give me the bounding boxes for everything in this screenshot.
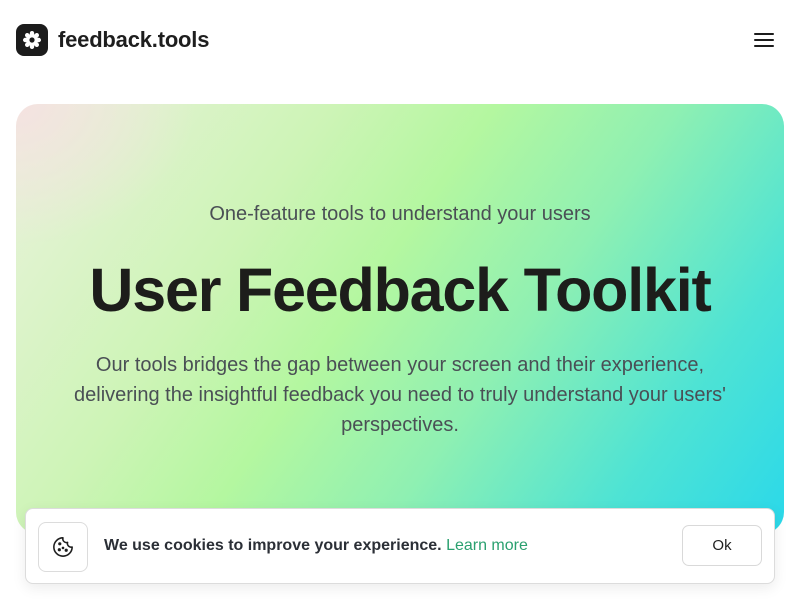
cookie-icon: [38, 522, 88, 572]
asterisk-flower-icon: [16, 24, 48, 56]
cookie-message-text: We use cookies to improve your experienc…: [104, 537, 442, 554]
cookie-banner: We use cookies to improve your experienc…: [25, 508, 775, 584]
hero-description: Our tools bridges the gap between your s…: [74, 354, 726, 436]
brand-name: feedback.tools: [58, 27, 210, 52]
hero-title: User Feedback Toolkit: [89, 256, 711, 324]
site-header: feedback.tools: [0, 0, 800, 80]
hamburger-menu-icon: [754, 33, 774, 47]
menu-button[interactable]: [744, 26, 784, 54]
cookie-message: We use cookies to improve your experienc…: [104, 537, 528, 555]
brand-home-link[interactable]: feedback.tools: [16, 24, 209, 56]
hero-subtitle: One-feature tools to understand your use…: [209, 203, 591, 225]
learn-more-link[interactable]: Learn more: [446, 537, 528, 554]
hero-section: One-feature tools to understand your use…: [16, 104, 784, 534]
cookie-ok-button[interactable]: Ok: [682, 525, 762, 566]
